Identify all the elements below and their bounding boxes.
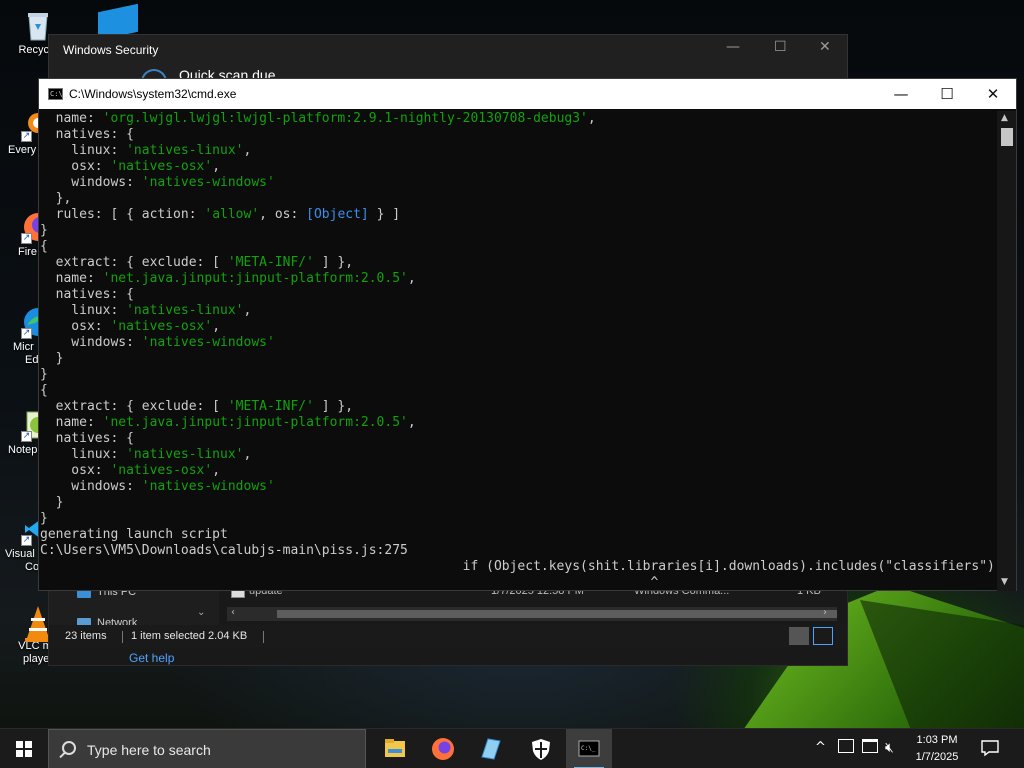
- console-line: name: 'net.java.jinput:jinput-platform:2…: [40, 415, 416, 430]
- console-line: windows: 'natives-windows': [40, 175, 275, 190]
- taskbar-notepad[interactable]: [468, 729, 514, 768]
- console-line: osx: 'natives-osx',: [40, 319, 221, 334]
- status-separator: [263, 631, 264, 643]
- console-line: }: [40, 367, 48, 382]
- scroll-down-arrow-icon[interactable]: ▼: [1001, 577, 1008, 587]
- clock-date: 1/7/2025: [915, 751, 959, 763]
- shortcut-arrow-icon: ↗: [21, 233, 32, 244]
- selection-info: 1 item selected 2.04 KB: [131, 630, 248, 642]
- svg-text:C:\_: C:\_: [581, 745, 596, 752]
- console-line: },: [40, 191, 72, 206]
- item-count: 23 items: [65, 630, 107, 642]
- system-clock[interactable]: 1:03 PM 1/7/2025: [905, 732, 969, 766]
- clock-time: 1:03 PM: [916, 734, 958, 746]
- taskbar-windows-security[interactable]: [518, 729, 564, 768]
- window-title: Windows Security: [63, 43, 159, 57]
- close-button[interactable]: ✕: [970, 79, 1016, 109]
- maximize-button[interactable]: ☐: [924, 79, 970, 109]
- windows-security-window[interactable]: Windows Security — ☐ ✕ Quick scan due: [48, 34, 848, 85]
- cmd-titlebar[interactable]: C:\_ C:\Windows\system32\cmd.exe — ☐ ✕: [39, 79, 1016, 109]
- console-output[interactable]: name: 'org.lwjgl.lwjgl:lwjgl-platform:2.…: [39, 111, 997, 591]
- volume-muted-icon[interactable]: 🔇︎: [885, 740, 894, 756]
- cmd-window[interactable]: C:\_ C:\Windows\system32\cmd.exe — ☐ ✕ n…: [38, 78, 1017, 591]
- console-line: ^: [40, 575, 659, 590]
- windows-logo-icon: [16, 741, 32, 757]
- shortcut-arrow-icon: ↗: [21, 131, 32, 142]
- console-line: windows: 'natives-windows': [40, 335, 275, 350]
- console-line: name: 'org.lwjgl.lwjgl:lwjgl-platform:2.…: [40, 111, 596, 126]
- console-line: windows: 'natives-windows': [40, 479, 275, 494]
- notepad-icon: [481, 738, 501, 760]
- console-line: natives: {: [40, 287, 134, 302]
- maximize-button[interactable]: ☐: [774, 39, 787, 55]
- console-line: {: [40, 383, 48, 398]
- scroll-right-arrow-icon[interactable]: ›: [823, 607, 827, 618]
- console-line: {: [40, 239, 48, 254]
- window-title: C:\Windows\system32\cmd.exe: [69, 87, 237, 101]
- taskbar-cmd[interactable]: C:\_: [566, 729, 612, 768]
- show-hidden-icons-chevron-icon[interactable]: ^: [815, 740, 826, 755]
- vertical-scrollbar-thumb[interactable]: [1001, 128, 1013, 146]
- vertical-scrollbar[interactable]: [997, 111, 1016, 591]
- console-line: linux: 'natives-linux',: [40, 143, 252, 158]
- close-button[interactable]: ✕: [819, 39, 831, 55]
- console-line: }: [40, 495, 64, 510]
- status-separator: [122, 631, 123, 643]
- file-explorer-icon: [385, 739, 405, 757]
- network-tray-icon[interactable]: [862, 739, 878, 753]
- chevron-down-icon[interactable]: ⌄: [197, 607, 205, 618]
- taskbar-firefox[interactable]: [420, 729, 466, 768]
- firefox-icon: [432, 738, 454, 760]
- large-icons-view-icon[interactable]: [813, 627, 833, 645]
- console-line: if (Object.keys(shit.libraries[i].downlo…: [40, 559, 997, 574]
- console-line: C:\Users\VM5\Downloads\calubjs-main\piss…: [40, 543, 408, 558]
- shortcut-arrow-icon: ↗: [21, 535, 32, 546]
- console-line: }: [40, 351, 64, 366]
- notification-center-icon[interactable]: [980, 739, 1000, 757]
- scroll-left-arrow-icon[interactable]: ‹: [231, 607, 235, 618]
- console-line: name: 'net.java.jinput:jinput-platform:2…: [40, 271, 416, 286]
- taskbar-search-box[interactable]: [48, 729, 366, 768]
- cmd-icon: C:\_: [48, 88, 67, 100]
- start-button[interactable]: [0, 729, 48, 768]
- console-line: }: [40, 511, 48, 526]
- status-bar: 23 items 1 item selected 2.04 KB: [49, 625, 847, 647]
- horizontal-scrollbar-thumb[interactable]: [277, 610, 837, 618]
- scroll-up-arrow-icon[interactable]: ▲: [1001, 113, 1008, 123]
- console-line: natives: {: [40, 431, 134, 446]
- taskbar: C:\_ ^ 🔇︎ 1:03 PM 1/7/2025: [0, 728, 1024, 768]
- console-line: }: [40, 223, 48, 238]
- shortcut-arrow-icon: ↗: [21, 328, 32, 339]
- windows-security-icon: [532, 739, 550, 760]
- console-line: natives: {: [40, 127, 134, 142]
- console-line: osx: 'natives-osx',: [40, 159, 221, 174]
- minimize-button[interactable]: —: [726, 39, 740, 55]
- shortcut-arrow-icon: ↗: [21, 431, 32, 442]
- security-tray-icon[interactable]: [838, 739, 854, 753]
- console-line: linux: 'natives-linux',: [40, 447, 252, 462]
- taskbar-file-explorer[interactable]: [372, 729, 418, 768]
- console-line: extract: { exclude: [ 'META-INF/' ] },: [40, 255, 354, 270]
- details-view-icon[interactable]: [789, 627, 809, 645]
- console-line: osx: 'natives-osx',: [40, 463, 221, 478]
- minimize-button[interactable]: —: [878, 79, 924, 109]
- search-icon-handle: [59, 751, 66, 759]
- desktop: Recycle ↗ Every ↗ Fire ↗ Micr Ed ↗ Notep…: [0, 0, 1024, 728]
- search-input[interactable]: [87, 739, 347, 761]
- console-line: extract: { exclude: [ 'META-INF/' ] },: [40, 399, 354, 414]
- console-line: rules: [ { action: 'allow', os: [Object]…: [40, 207, 401, 222]
- cmd-icon: C:\_: [578, 740, 600, 757]
- get-help-link[interactable]: Get help: [129, 651, 174, 665]
- file-explorer-window[interactable]: This PC Network ⌄ update 1/7/2025 12:58 …: [48, 580, 848, 666]
- console-line: linux: 'natives-linux',: [40, 303, 252, 318]
- console-line: generating launch script: [40, 527, 228, 542]
